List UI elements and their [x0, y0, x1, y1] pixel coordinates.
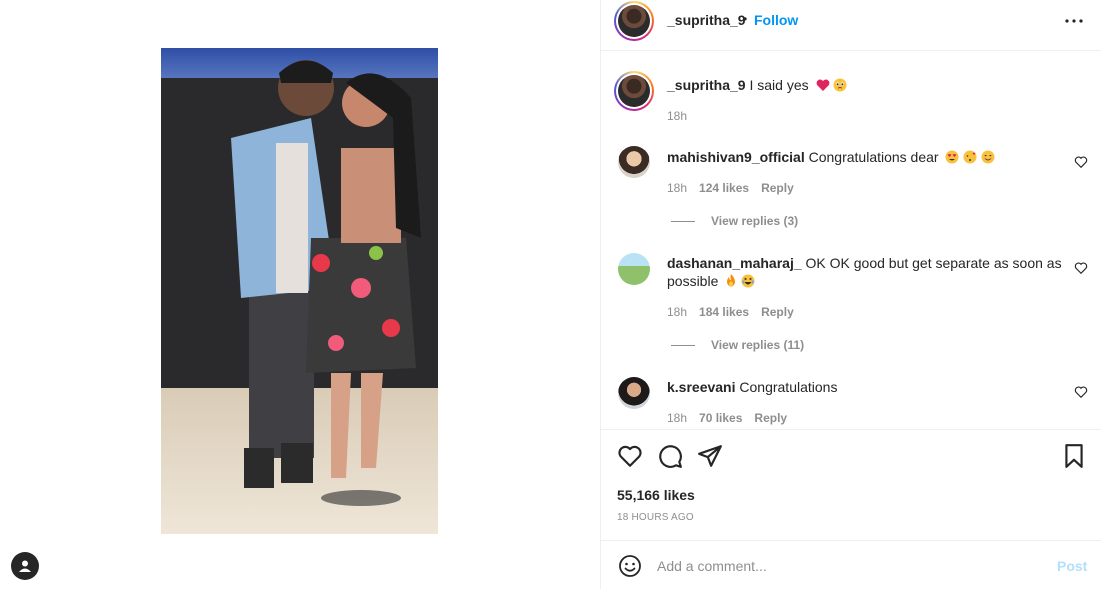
- follow-button[interactable]: Follow: [754, 12, 798, 28]
- comment-time[interactable]: 18h: [667, 411, 687, 425]
- comment-meta: 18h 184 likes Reply: [667, 305, 794, 319]
- view-replies-line: [671, 344, 695, 346]
- comment-like-heart-icon[interactable]: [1074, 261, 1088, 275]
- red-heart-icon: [816, 79, 829, 91]
- comment-meta: 18h 70 likes Reply: [667, 411, 787, 425]
- media-pane: [0, 0, 600, 589]
- comments-list[interactable]: _supritha_9 I said yes 18h mahishivan9_o…: [601, 52, 1101, 429]
- post-panel: _supritha_9 • Follow _supritha_9 I said …: [600, 0, 1101, 589]
- comment-time[interactable]: 18h: [667, 305, 687, 319]
- separator-dot: •: [743, 12, 748, 26]
- comment-likes[interactable]: 124 likes: [699, 181, 749, 195]
- caption-time[interactable]: 18h: [667, 109, 687, 123]
- view-replies-button[interactable]: View replies (11): [671, 338, 804, 352]
- heart-eyes-icon: [945, 150, 959, 164]
- fire-icon: [727, 274, 736, 287]
- reply-button[interactable]: Reply: [761, 181, 794, 195]
- comment-text: k.sreevani Congratulations: [667, 378, 837, 396]
- share-icon[interactable]: [697, 443, 723, 469]
- kissing-heart-icon: [963, 150, 977, 164]
- comment-input[interactable]: [657, 555, 1037, 577]
- caption-username[interactable]: _supritha_9: [667, 77, 746, 93]
- post-comment-button[interactable]: Post: [1057, 558, 1087, 574]
- more-horizontal-icon[interactable]: [1063, 10, 1085, 32]
- heart-icon[interactable]: [617, 443, 643, 469]
- comment-icon[interactable]: [657, 443, 683, 469]
- post-photo[interactable]: [161, 48, 438, 534]
- comment-time[interactable]: 18h: [667, 181, 687, 195]
- emoji-icon[interactable]: [618, 554, 642, 578]
- likes-count[interactable]: 55,166 likes: [617, 487, 695, 503]
- comment-text: mahishivan9_official Congratulations dea…: [667, 148, 1067, 166]
- comment-text: dashanan_maharaj_ OK OK good but get sep…: [667, 254, 1062, 290]
- comment-like-heart-icon[interactable]: [1074, 385, 1088, 399]
- caption-avatar[interactable]: [614, 71, 654, 111]
- comment-body: Congratulations: [739, 379, 838, 395]
- comment-avatar[interactable]: [618, 377, 650, 409]
- comment-body: Congratulations dear: [808, 149, 939, 165]
- post-header: _supritha_9 • Follow: [601, 0, 1101, 51]
- comment-avatar[interactable]: [618, 146, 650, 178]
- post-time-ago[interactable]: 18 HOURS AGO: [617, 512, 694, 523]
- caption-text: _supritha_9 I said yes: [667, 76, 847, 94]
- comment-avatar[interactable]: [618, 253, 650, 285]
- pleading-face-icon: [833, 78, 847, 92]
- comment-username[interactable]: k.sreevani: [667, 379, 736, 395]
- post-actions: 55,166 likes 18 HOURS AGO: [601, 429, 1101, 539]
- reply-button[interactable]: Reply: [761, 305, 794, 319]
- view-replies-label: View replies (3): [711, 214, 799, 228]
- view-replies-button[interactable]: View replies (3): [671, 214, 798, 228]
- profile-icon[interactable]: [11, 552, 39, 580]
- comment-likes[interactable]: 70 likes: [699, 411, 742, 425]
- add-comment-bar: Post: [601, 540, 1101, 589]
- laughing-face-icon: [741, 274, 755, 288]
- comment-meta: 18h 124 likes Reply: [667, 181, 794, 195]
- bookmark-icon[interactable]: [1061, 443, 1087, 469]
- smiling-face-icon: [981, 150, 995, 164]
- author-username[interactable]: _supritha_9: [667, 12, 746, 28]
- comment-likes[interactable]: 184 likes: [699, 305, 749, 319]
- caption-body: I said yes: [749, 77, 809, 93]
- reply-button[interactable]: Reply: [754, 411, 787, 425]
- caption-meta: 18h: [667, 109, 687, 123]
- comment-like-heart-icon[interactable]: [1074, 155, 1088, 169]
- comment-username[interactable]: dashanan_maharaj_: [667, 255, 802, 271]
- author-avatar[interactable]: [614, 1, 654, 41]
- view-replies-label: View replies (11): [711, 338, 805, 352]
- view-replies-line: [671, 220, 695, 222]
- comment-username[interactable]: mahishivan9_official: [667, 149, 805, 165]
